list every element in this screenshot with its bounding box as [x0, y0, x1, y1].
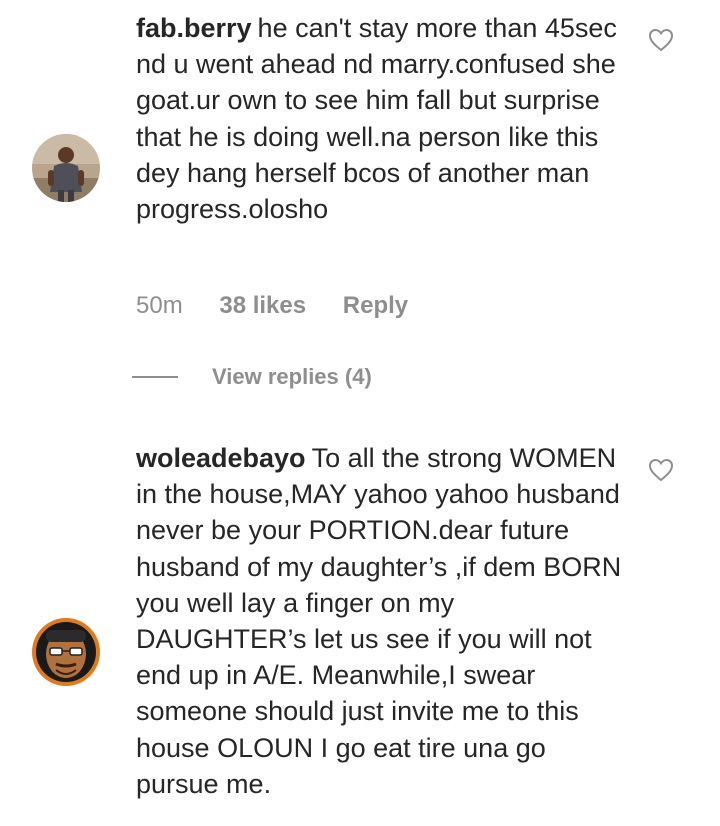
comment-text: To all the strong WOMEN in the house,MAY… — [136, 443, 622, 799]
user-avatar-photo-icon — [32, 134, 100, 202]
divider-line — [132, 376, 178, 378]
comment-item: fab.berry he can't stay more than 45sec n… — [0, 0, 720, 400]
reply-button[interactable]: Reply — [343, 292, 408, 320]
comment-username[interactable]: woleadebayo — [136, 443, 306, 473]
comment-item: woleadebayo To all the strong WOMEN in th… — [0, 430, 720, 826]
comment-text: he can't stay more than 45sec nd u went … — [136, 13, 617, 225]
view-replies-label: View replies (4) — [212, 364, 372, 389]
comment-body: fab.berry he can't stay more than 45sec n… — [136, 10, 626, 227]
heart-outline-icon[interactable] — [648, 28, 674, 52]
comment-username[interactable]: fab.berry — [136, 13, 252, 43]
view-replies-button[interactable]: View replies (4) — [132, 362, 372, 392]
user-avatar-cartoon-icon — [32, 618, 100, 686]
comment-body: woleadebayo To all the strong WOMEN in th… — [136, 440, 626, 802]
comment-likes[interactable]: 38 likes — [219, 292, 306, 320]
comment-meta: 50m 38 likes Reply — [136, 292, 408, 320]
comment-time: 50m — [136, 292, 183, 319]
avatar[interactable] — [32, 134, 100, 202]
avatar[interactable] — [32, 618, 100, 686]
heart-outline-icon[interactable] — [648, 458, 674, 482]
